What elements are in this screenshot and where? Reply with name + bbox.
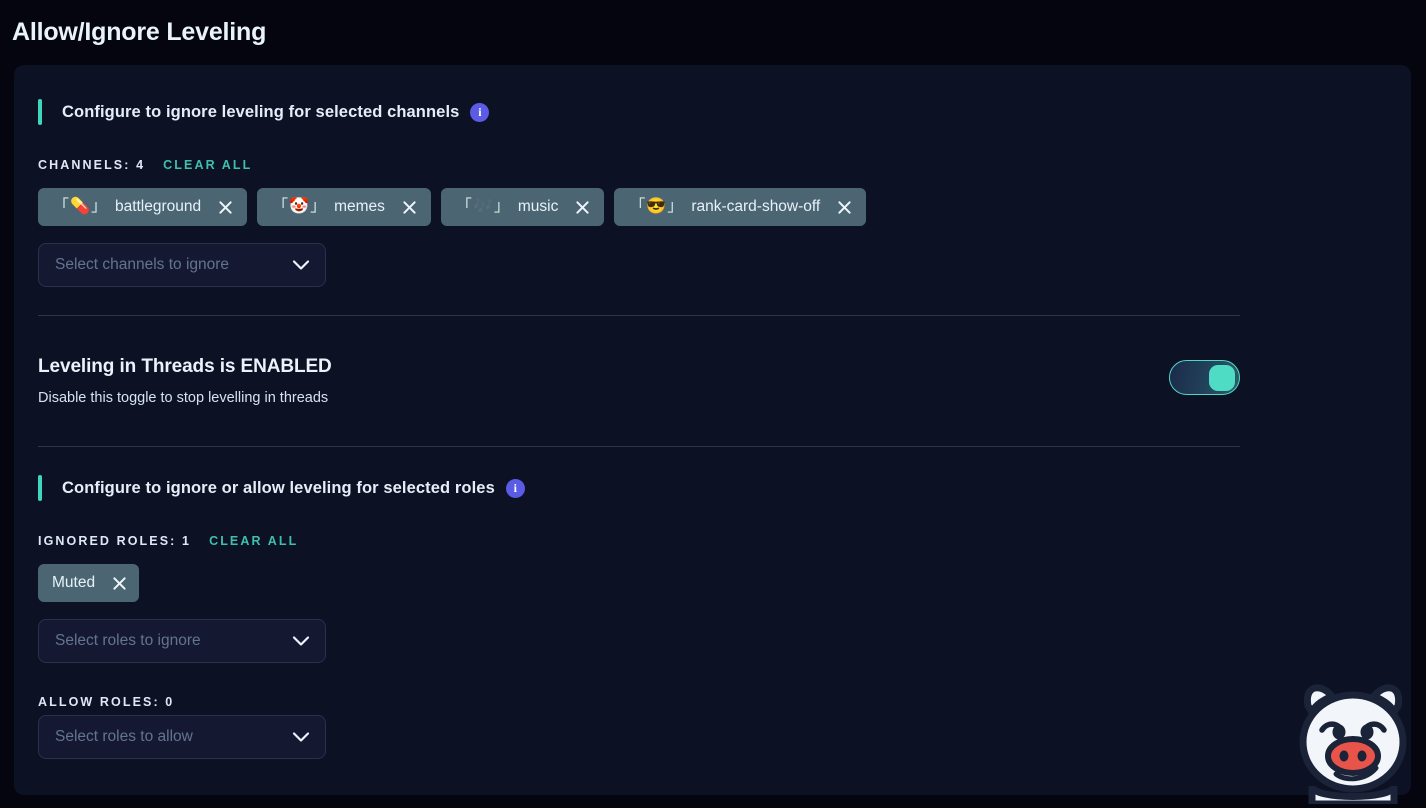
channel-chip-label: rank-card-show-off	[691, 198, 821, 215]
divider	[38, 446, 1240, 447]
bracket-open-icon: 「	[53, 198, 70, 215]
bracket-close-icon: 」	[90, 198, 107, 215]
channel-chip[interactable]: 「 💊 」 battleground	[38, 188, 248, 226]
chevron-down-icon[interactable]	[292, 732, 310, 743]
chevron-down-icon[interactable]	[292, 636, 310, 647]
ignored-roles-count-label: IGNORED ROLES: 1	[38, 534, 192, 548]
threads-section-title: Leveling in Threads is ENABLED	[38, 356, 332, 377]
close-icon[interactable]	[112, 576, 127, 591]
threads-leveling-toggle[interactable]	[1169, 360, 1240, 395]
roles-section-header: Configure to ignore or allow leveling fo…	[38, 475, 525, 501]
select-channels-to-ignore[interactable]: Select channels to ignore	[38, 243, 326, 287]
ignored-role-chip-list: Muted	[38, 564, 140, 602]
bracket-close-icon: 」	[667, 198, 684, 215]
close-icon[interactable]	[402, 200, 417, 215]
channel-chip-label: music	[517, 198, 559, 215]
select-roles-ignore-placeholder: Select roles to ignore	[55, 632, 201, 649]
bracket-close-icon: 」	[310, 198, 327, 215]
pig-mascot[interactable]	[1294, 676, 1412, 804]
threads-section-subtitle: Disable this toggle to stop levelling in…	[38, 390, 329, 406]
select-roles-to-ignore[interactable]: Select roles to ignore	[38, 619, 326, 663]
bracket-open-icon: 「	[455, 198, 472, 215]
roles-section-title: Configure to ignore or allow leveling fo…	[62, 478, 495, 497]
clear-all-roles-button[interactable]: CLEAR ALL	[209, 534, 298, 548]
channel-chip[interactable]: 「 😎 」 rank-card-show-off	[614, 188, 867, 226]
info-icon[interactable]: i	[505, 478, 525, 498]
clown-emoji-icon: 🤡	[289, 198, 310, 215]
bracket-close-icon: 」	[493, 198, 510, 215]
leveling-settings-page: Allow/Ignore Leveling Configure to ignor…	[0, 0, 1426, 808]
pill-emoji-icon: 💊	[70, 198, 90, 215]
channel-chip-label: memes	[334, 198, 385, 215]
select-roles-to-allow[interactable]: Select roles to allow	[38, 715, 326, 759]
allow-roles-meta-row: ALLOW ROLES: 0	[38, 695, 174, 709]
allow-roles-count-label: ALLOW ROLES: 0	[38, 695, 175, 709]
toggle-knob	[1209, 364, 1235, 391]
ignored-roles-meta-row: IGNORED ROLES: 1 CLEAR ALL	[38, 534, 298, 548]
settings-card: Configure to ignore leveling for selecte…	[14, 65, 1411, 795]
info-icon[interactable]: i	[470, 102, 490, 122]
channels-meta-row: CHANNELS: 4 CLEAR ALL	[38, 158, 252, 172]
channel-chip-label: battleground	[114, 198, 202, 215]
close-icon[interactable]	[837, 200, 852, 215]
select-roles-allow-placeholder: Select roles to allow	[55, 728, 193, 745]
chevron-down-icon[interactable]	[292, 260, 310, 271]
role-chip[interactable]: Muted	[38, 564, 140, 602]
close-icon[interactable]	[575, 200, 590, 215]
section-accent-bar	[38, 475, 42, 501]
clear-all-channels-button[interactable]: CLEAR ALL	[163, 158, 252, 172]
select-channels-placeholder: Select channels to ignore	[55, 256, 230, 273]
channel-chip-list: 「 💊 」 battleground 「 🤡 」 memes 「 🎶 」 mus…	[38, 188, 1378, 226]
section-accent-bar	[38, 99, 42, 125]
channel-chip[interactable]: 「 🎶 」 music	[440, 188, 605, 226]
divider	[38, 315, 1240, 316]
bracket-open-icon: 「	[629, 198, 646, 215]
sunglasses-emoji-icon: 😎	[646, 198, 667, 215]
page-title: Allow/Ignore Leveling	[12, 18, 267, 46]
channel-chip[interactable]: 「 🤡 」 memes	[257, 188, 431, 226]
music-notes-emoji-icon: 🎶	[472, 198, 493, 215]
channels-count-label: CHANNELS: 4	[38, 158, 146, 172]
channels-section-title: Configure to ignore leveling for selecte…	[62, 102, 460, 121]
close-icon[interactable]	[218, 200, 233, 215]
channels-section-header: Configure to ignore leveling for selecte…	[38, 99, 490, 125]
bracket-open-icon: 「	[272, 198, 289, 215]
role-chip-label: Muted	[52, 574, 96, 591]
threads-section: Leveling in Threads is ENABLED Disable t…	[38, 356, 1240, 406]
